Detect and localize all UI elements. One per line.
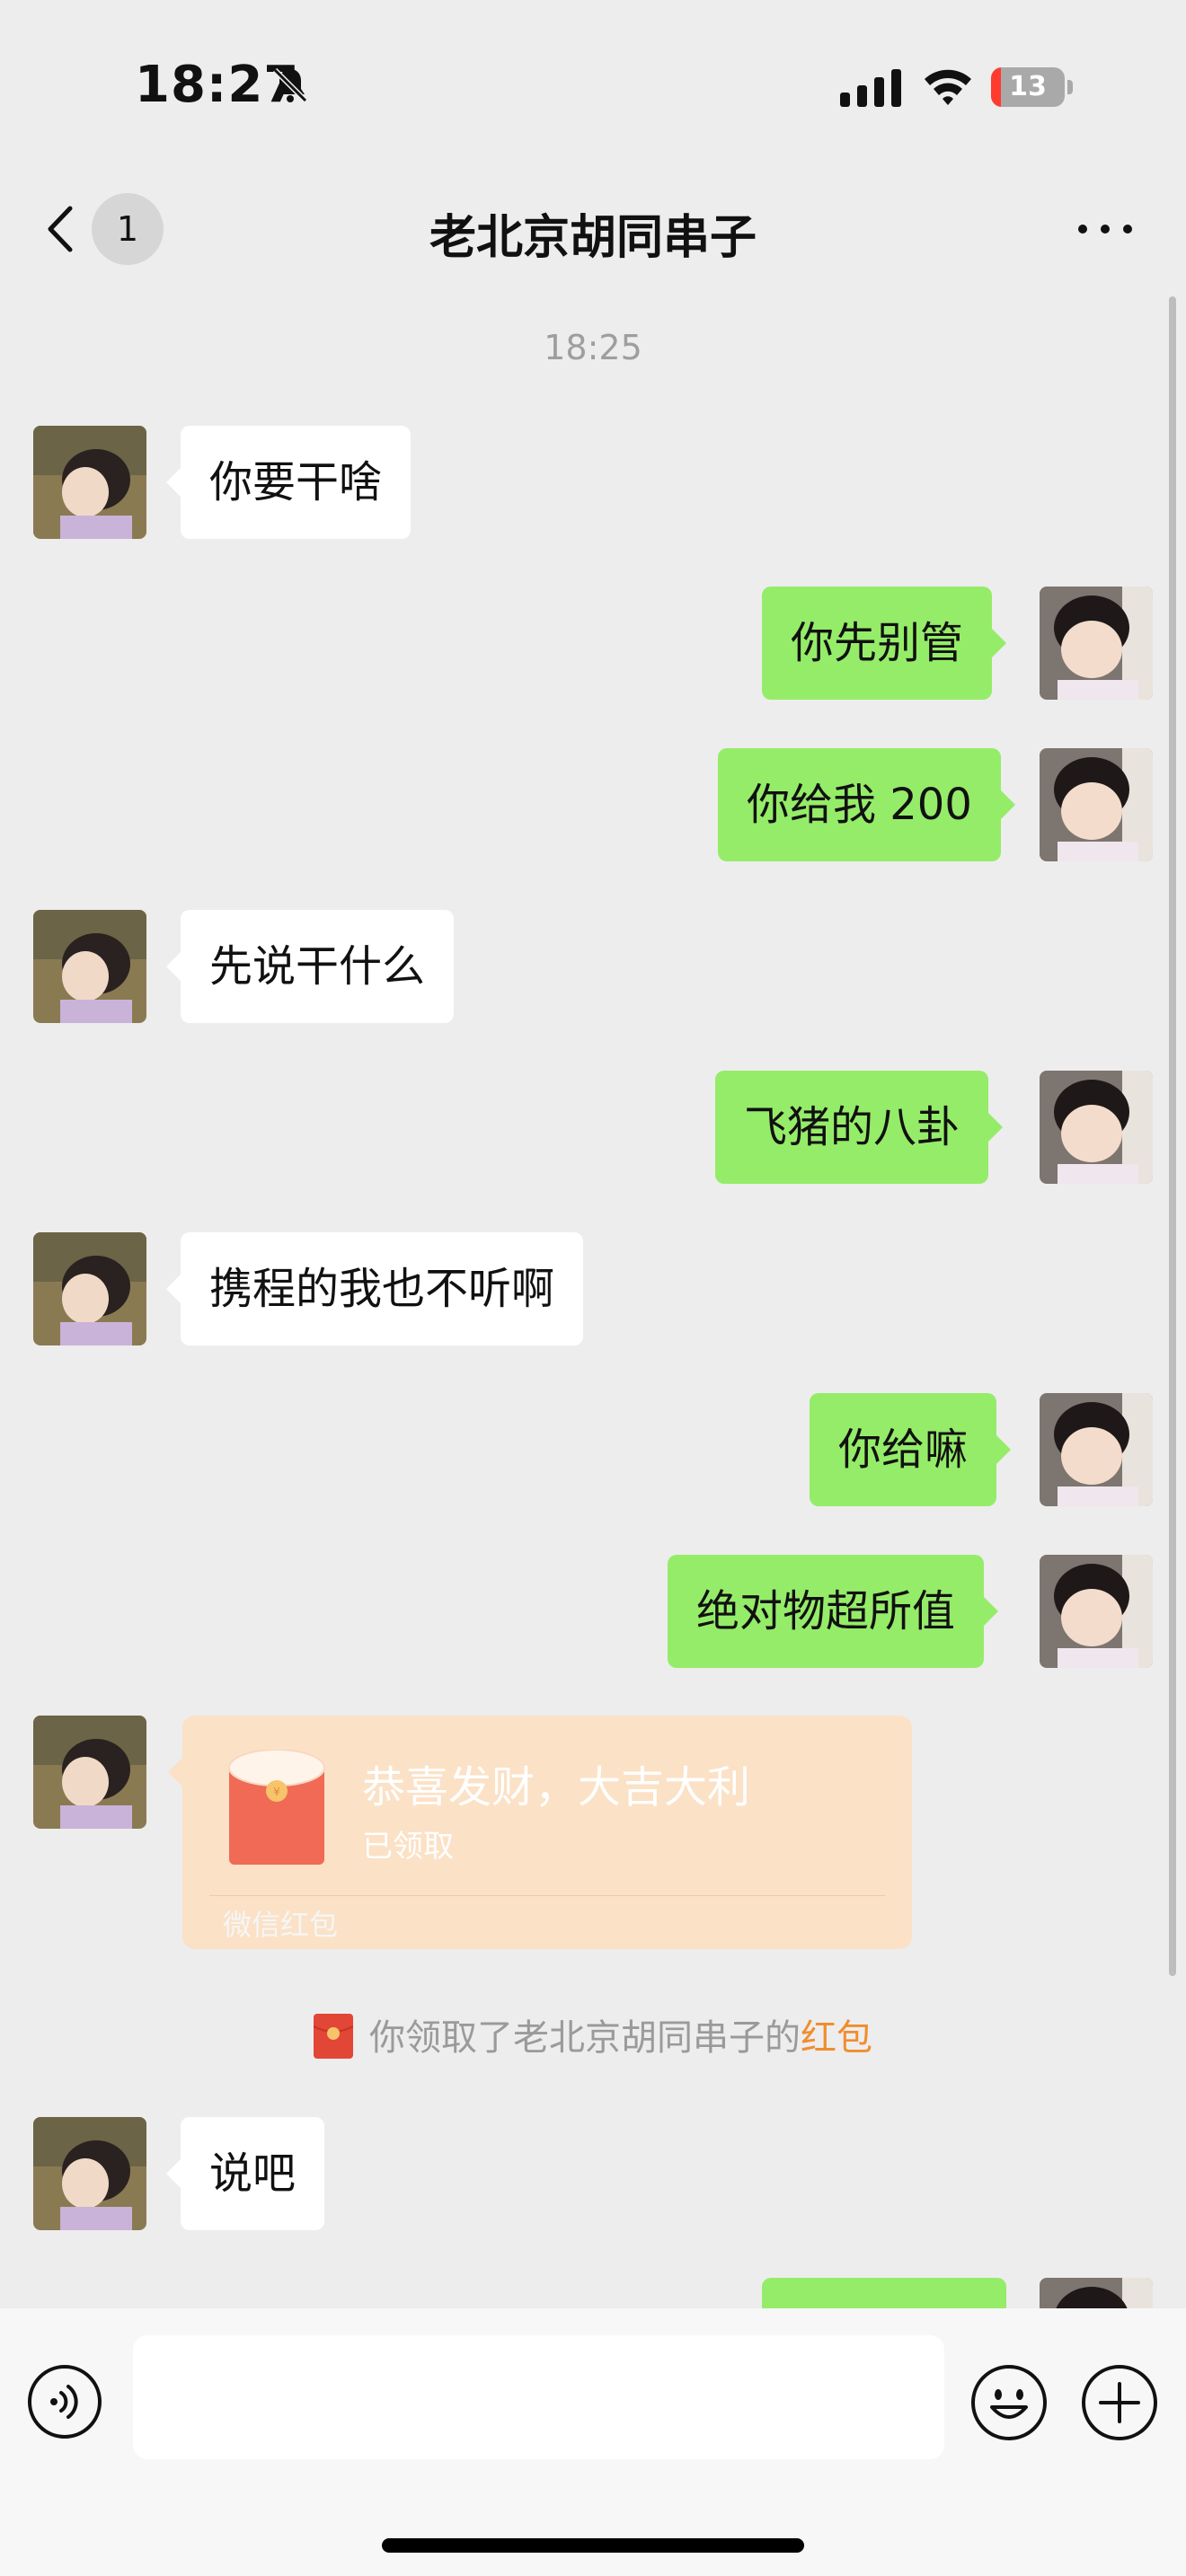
message-bubble[interactable]: 你给我 200: [718, 748, 1015, 861]
wifi-icon: [925, 69, 971, 105]
message-bubble[interactable]: 你要干啥: [165, 426, 412, 539]
chat-timestamp: 18:25: [544, 328, 642, 367]
red-packet-link[interactable]: 红包: [801, 2017, 872, 2059]
bell-slash-icon: [272, 67, 308, 103]
message-input[interactable]: [133, 2335, 944, 2459]
contact-avatar[interactable]: [33, 2117, 146, 2230]
emoji-icon[interactable]: [970, 2364, 1048, 2441]
unread-count-badge[interactable]: 1: [92, 193, 164, 265]
red-packet-icon: ¥: [228, 1750, 325, 1865]
signal-icon: [840, 69, 901, 107]
status-bar: 18:27 13: [0, 0, 1186, 171]
self-avatar[interactable]: [1040, 748, 1153, 861]
nav-bar: 1 老北京胡同串子: [0, 171, 1186, 287]
red-packet-icon: [314, 2014, 353, 2059]
battery-icon: 13: [991, 67, 1074, 107]
message-bubble[interactable]: 携程的我也不听啊: [165, 1232, 584, 1345]
add-icon[interactable]: [1081, 2364, 1158, 2441]
red-packet-title: 恭喜发财，大吉大利: [362, 1762, 751, 1813]
message-bubble[interactable]: 飞猪的八卦: [715, 1071, 1004, 1184]
chat-title: 老北京胡同串子: [429, 211, 757, 265]
contact-avatar[interactable]: [33, 1716, 146, 1829]
message-bubble[interactable]: 先说干什么: [165, 910, 455, 1023]
svg-text:¥: ¥: [273, 1786, 280, 1798]
message-bubble[interactable]: 绝对物超所值: [668, 1555, 999, 1668]
contact-avatar[interactable]: [33, 426, 146, 539]
system-notice: 你领取了老北京胡同串子的红包: [0, 2008, 1186, 2062]
red-packet-status: 已领取: [362, 1829, 454, 1865]
red-packet-label: 微信红包: [223, 1908, 339, 1942]
message-bubble[interactable]: 你给嘛: [810, 1393, 1012, 1506]
red-packet-card[interactable]: ¥ 恭喜发财，大吉大利 已领取 微信红包: [168, 1716, 912, 1949]
system-notice-text: 你领取了老北京胡同串子的: [369, 2017, 801, 2059]
message-bubble[interactable]: 你先别管: [762, 587, 1007, 700]
self-avatar[interactable]: [1040, 1393, 1153, 1506]
contact-avatar[interactable]: [33, 910, 146, 1023]
more-icon[interactable]: [1074, 216, 1137, 243]
red-packet-divider: [209, 1895, 885, 1896]
self-avatar[interactable]: [1040, 1555, 1153, 1668]
contact-avatar[interactable]: [33, 1232, 146, 1345]
input-bar: [0, 2308, 1186, 2576]
home-indicator[interactable]: [382, 2538, 804, 2553]
message-bubble[interactable]: 说吧: [165, 2117, 325, 2230]
back-arrow-icon[interactable]: [38, 198, 83, 260]
voice-icon[interactable]: [27, 2364, 102, 2439]
self-avatar[interactable]: [1040, 587, 1153, 700]
self-avatar[interactable]: [1040, 1071, 1153, 1184]
scroll-indicator[interactable]: [1169, 296, 1176, 1976]
battery-level: 13: [1009, 71, 1047, 102]
